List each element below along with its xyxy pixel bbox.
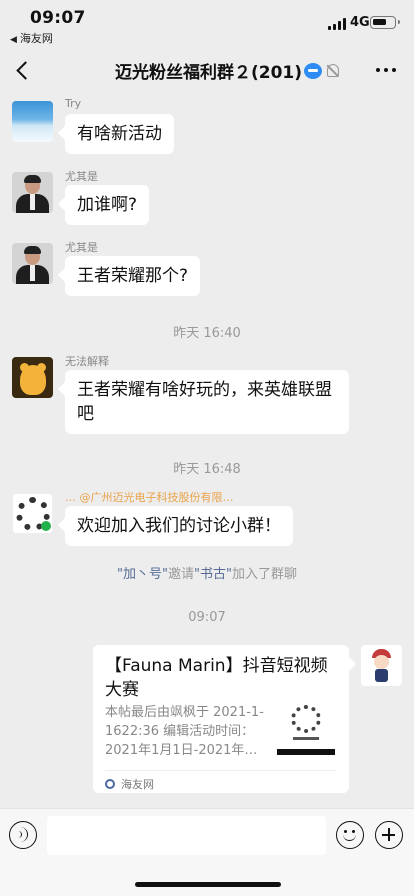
system-notice: "加丶号"邀请"书古"加入了群聊: [0, 563, 414, 582]
group-chat-icon: [304, 62, 323, 79]
status-bar: 09:07 ◀ 海友网 4G: [0, 0, 414, 46]
more-button[interactable]: [372, 58, 400, 82]
avatar[interactable]: [12, 357, 53, 398]
chevron-left-icon: [16, 61, 35, 80]
message-bubble[interactable]: 欢迎加入我们的讨论小群！: [65, 506, 293, 546]
back-button[interactable]: [12, 56, 38, 86]
invitee-link[interactable]: "书古": [194, 567, 232, 582]
link-card[interactable]: 【Fauna Marin】抖音短视频大赛 本帖最后由飒枫于 2021-1-162…: [93, 645, 349, 793]
voice-icon[interactable]: [9, 821, 37, 849]
signal-icon: [328, 18, 346, 30]
message-item: Try 有啥新活动: [12, 97, 402, 161]
avatar[interactable]: [12, 243, 53, 284]
chat-title-text: 迈光粉丝福利群２(201): [115, 63, 303, 83]
message-item: 尤其是 王者荣耀那个?: [12, 241, 402, 303]
message-line: 吧: [77, 404, 94, 424]
emoji-icon[interactable]: [336, 821, 364, 849]
home-indicator[interactable]: [135, 882, 281, 887]
timestamp: 昨天 16:48: [173, 462, 241, 477]
site-logo-icon: [105, 779, 115, 789]
battery-level: [373, 19, 386, 25]
message-bubble[interactable]: 加谁啊?: [65, 185, 150, 225]
plus-icon[interactable]: [375, 821, 403, 849]
message-item: 尤其是 加谁啊?: [12, 170, 402, 232]
message-input[interactable]: [47, 816, 326, 855]
card-title: 【Fauna Marin】抖音短视频大赛: [105, 656, 328, 700]
back-app-label: 海友网: [19, 32, 53, 45]
card-thumbnail: [277, 703, 335, 759]
card-source-label: 海友网: [121, 778, 154, 791]
notice-action: 邀请: [167, 567, 194, 582]
mute-bell-icon: [327, 64, 340, 77]
nav-bar: 迈光粉丝福利群２(201): [0, 46, 414, 96]
message-bubble[interactable]: 王者荣耀有啥好玩的，来英雄联盟 吧: [65, 370, 349, 434]
message-line: 王者荣耀有啥好玩的，来英雄联盟: [77, 380, 332, 400]
sender-name: 无法解释: [65, 355, 109, 368]
card-source: 海友网: [105, 770, 337, 792]
sender-name: 尤其是: [65, 170, 98, 183]
inviter-link[interactable]: "加丶号": [117, 567, 168, 582]
battery-icon: [370, 16, 400, 29]
avatar[interactable]: [12, 101, 53, 142]
status-time: 09:07: [30, 8, 86, 28]
timestamp: 昨天 16:40: [173, 326, 241, 341]
sender-name: Try: [65, 97, 82, 110]
avatar[interactable]: [12, 493, 53, 534]
message-bubble[interactable]: 有啥新活动: [65, 114, 174, 154]
back-to-app-link[interactable]: ◀ 海友网: [10, 30, 53, 46]
chat-title: 迈光粉丝福利群２(201): [115, 58, 340, 83]
message-item: … @广州迈光电子科技股份有限… 欢迎加入我们的讨论小群！: [12, 491, 402, 553]
card-description: 本帖最后由飒枫于 2021-1-1622:36 编辑活动时间：2021年1月1日…: [105, 705, 264, 758]
network-type: 4G: [350, 15, 370, 30]
sender-name: 尤其是: [65, 241, 98, 254]
notice-suffix: 加入了群聊: [231, 567, 297, 582]
back-triangle-icon: ◀: [10, 35, 17, 45]
avatar[interactable]: [12, 172, 53, 213]
message-item: 无法解释 王者荣耀有啥好玩的，来英雄联盟 吧: [12, 355, 402, 437]
message-bubble[interactable]: 王者荣耀那个?: [65, 256, 201, 296]
my-avatar[interactable]: [361, 645, 402, 686]
timestamp: 09:07: [188, 610, 226, 625]
sender-name: … @广州迈光电子科技股份有限…: [65, 491, 234, 504]
